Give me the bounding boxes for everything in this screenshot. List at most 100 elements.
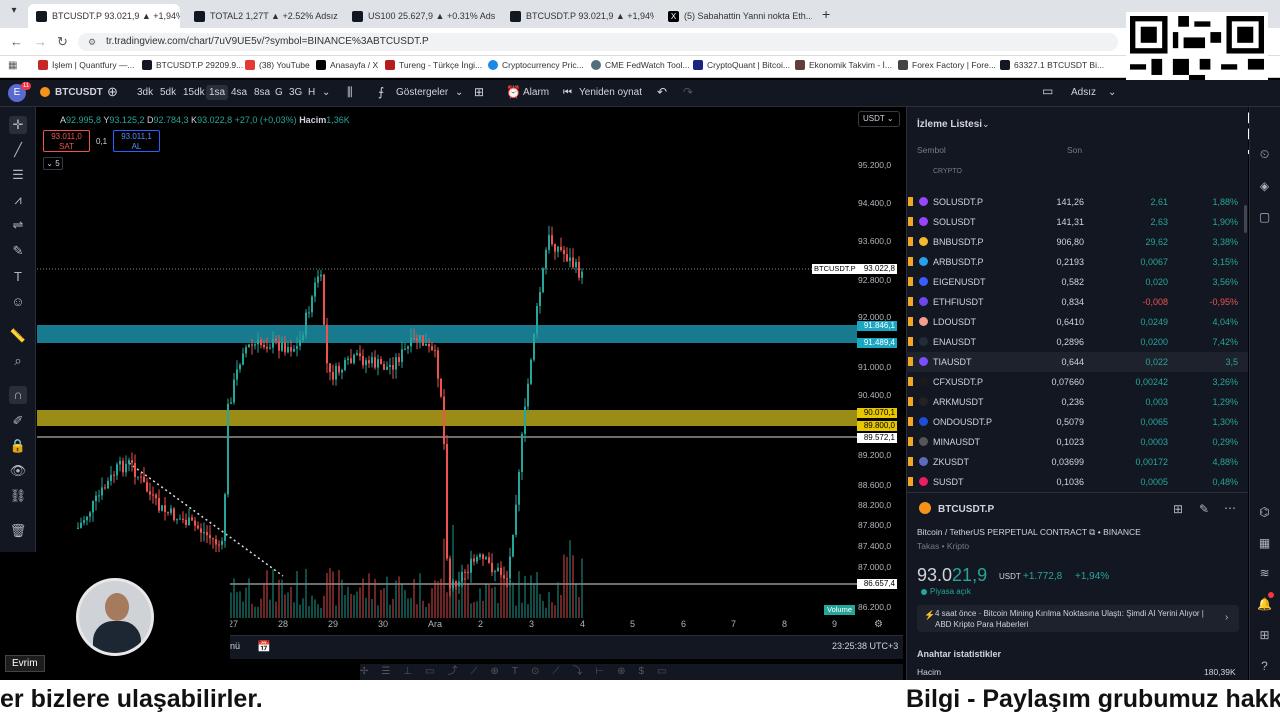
indicators-collapse[interactable]: ⌄ 5 <box>43 157 63 170</box>
interval-1sa[interactable]: 1sa <box>206 85 229 100</box>
watchlist-row[interactable]: TIAUSDT 0,644 0,022 3,5 <box>906 352 1248 372</box>
eye-icon[interactable]: 👁 <box>9 462 27 480</box>
chart-canvas[interactable] <box>37 108 903 618</box>
browser-tab[interactable]: X(5) Sabahattin Yanni nokta Eth...✕ <box>660 4 812 28</box>
flag-icon[interactable] <box>908 437 913 446</box>
flag-icon[interactable] <box>908 457 913 466</box>
templates-icon[interactable]: ⊞ <box>474 85 484 99</box>
flag-icon[interactable] <box>908 397 913 406</box>
watchlist-row[interactable]: EIGENUSDT 0,582 0,020 3,56% <box>906 272 1248 292</box>
stay-drawing-icon[interactable]: ✐ <box>9 412 27 430</box>
site-info-icon[interactable]: ⚙ <box>88 37 96 48</box>
clock[interactable]: 23:25:38 UTC+3 <box>832 641 898 651</box>
browser-tab[interactable]: BTCUSDT.P 93.021,9 ▲ +1,94%✕ <box>28 4 180 28</box>
more-icon[interactable]: ⋯ <box>1224 501 1236 515</box>
replay-button[interactable]: Yeniden oynat <box>579 87 642 98</box>
col-last[interactable]: Son <box>1067 145 1082 155</box>
flag-icon[interactable] <box>908 257 913 266</box>
chevron-down-icon[interactable]: ⌄ <box>455 87 463 98</box>
grid-icon[interactable]: ⊞ <box>1173 502 1183 516</box>
flag-icon[interactable] <box>908 197 913 206</box>
crosshair-icon[interactable]: ✛ <box>9 116 27 134</box>
watchlist-row[interactable]: LDOUSDT 0,6410 0,0249 4,04% <box>906 312 1248 332</box>
flag-icon[interactable] <box>908 237 913 246</box>
alarm-button[interactable]: Alarm <box>523 87 549 98</box>
alert-clock-icon[interactable]: ⏲ <box>1256 146 1273 163</box>
reload-icon[interactable]: ↻ <box>57 34 68 50</box>
brush-icon[interactable]: ✎ <box>9 242 27 260</box>
symbol-search[interactable]: BTCUSDT <box>55 87 103 98</box>
watchlist-row[interactable]: ETHFIUSDT 0,834 -0,008 -0,95% <box>906 292 1248 312</box>
bookmark[interactable]: BTCUSDT.P 29209.9... <box>142 60 243 70</box>
undo-icon[interactable]: ↶ <box>657 85 667 99</box>
watchlist-row[interactable]: ARBUSDT.P 0,2193 0,0067 3,15% <box>906 252 1248 272</box>
menu-label[interactable]: nü <box>230 641 240 651</box>
chevron-down-icon[interactable]: ⌄ <box>322 87 330 98</box>
browser-tab[interactable]: TOTAL2 1,27T ▲ +2.52% Adsız✕ <box>186 4 338 28</box>
watchlist-title[interactable]: İzleme Listesi <box>917 119 982 130</box>
watchlist-row[interactable]: ZKUSDT 0,03699 0,00172 4,88% <box>906 452 1248 472</box>
interval-h[interactable]: H <box>308 87 315 98</box>
bookmark[interactable]: 63327.1 BTCUSDT Bi... <box>1000 60 1104 70</box>
trash-icon[interactable]: 🗑 <box>9 522 27 540</box>
drawing-toolbar[interactable]: ✢☰⊥▭⤴⟋⊕T⊙⟋⤵⊢⊕$▭ <box>360 664 903 680</box>
bookmark[interactable]: (38) YouTube <box>245 60 310 70</box>
flag-icon[interactable] <box>908 317 913 326</box>
flag-icon[interactable] <box>908 337 913 346</box>
calendar-icon[interactable]: 📅 <box>257 640 271 653</box>
indicators-button[interactable]: Göstergeler <box>396 87 448 98</box>
watchlist-row[interactable]: MINAUSDT 0,1023 0,0003 0,29% <box>906 432 1248 452</box>
scrollbar[interactable] <box>1244 205 1247 233</box>
tab-search-icon[interactable]: ▾ <box>6 5 22 21</box>
apps-icon[interactable]: ▦ <box>8 60 17 71</box>
interval-5dk[interactable]: 5dk <box>160 87 176 98</box>
zoom-icon[interactable]: ⌕ <box>9 352 27 370</box>
browser-tab[interactable]: US100 25.627,9 ▲ +0.31% Adsız✕ <box>344 4 496 28</box>
layout-name[interactable]: Adsız <box>1071 87 1096 98</box>
sell-button[interactable]: 93.011,0 SAT <box>43 130 90 152</box>
interval-4sa[interactable]: 4sa <box>231 87 247 98</box>
details-symbol[interactable]: BTCUSDT.P <box>938 504 994 515</box>
watchlist-row[interactable]: SOLUSDT 141,31 2,63 1,90% <box>906 212 1248 232</box>
bookmark[interactable]: Forex Factory | Fore... <box>898 60 996 70</box>
bookmark[interactable]: Cryptocurrency Pric... <box>488 60 584 70</box>
hotlist-icon[interactable]: ⌬ <box>1256 504 1273 521</box>
price-chart[interactable] <box>37 108 903 618</box>
edit-icon[interactable]: ✎ <box>1199 502 1209 516</box>
prediction-icon[interactable]: ⇌ <box>9 216 27 234</box>
col-symbol[interactable]: Sembol <box>917 145 946 155</box>
watchlist-row[interactable]: BNBUSDT.P 906,80 29,62 3,38% <box>906 232 1248 252</box>
chat-icon[interactable]: ▢ <box>1256 209 1273 226</box>
redo-icon[interactable]: ↷ <box>683 85 693 99</box>
bookmark[interactable]: CryptoQuant | Bitcoi... <box>693 60 790 70</box>
forward-icon[interactable]: → <box>34 34 47 49</box>
compare-icon[interactable]: ⊕ <box>107 84 118 100</box>
bookmark[interactable]: Ekonomik Takvim - İ... <box>795 60 892 70</box>
calendar-icon[interactable]: ▦ <box>1256 535 1273 552</box>
buy-button[interactable]: 93.011,1 AL <box>113 130 160 152</box>
chevron-down-icon[interactable]: ⌄ <box>1108 87 1116 98</box>
currency-select[interactable]: USDT ⌄ <box>858 111 900 127</box>
flag-icon[interactable] <box>908 277 913 286</box>
bookmark[interactable]: Tureng - Türkçe İngi... <box>385 60 482 70</box>
lock-icon[interactable]: 🔒 <box>9 437 27 455</box>
flag-icon[interactable] <box>908 377 913 386</box>
pattern-icon[interactable]: ⩘ <box>9 191 27 209</box>
back-icon[interactable]: ← <box>10 34 23 49</box>
apps-grid-icon[interactable]: ⊞ <box>1256 627 1273 644</box>
watchlist-row[interactable]: ARKMUSDT 0,236 0,003 1,29% <box>906 392 1248 412</box>
text-icon[interactable]: T <box>9 268 27 286</box>
notifications-icon[interactable]: 🔔 <box>1256 596 1273 613</box>
layers-icon[interactable]: ◈ <box>1256 178 1273 195</box>
axis-settings-icon[interactable]: ⚙ <box>874 619 883 630</box>
layout-icon[interactable]: ▭ <box>1042 84 1053 98</box>
watchlist-row[interactable]: SOLUSDT.P 141,26 2,61 1,88% <box>906 192 1248 212</box>
emoji-icon[interactable]: ☺ <box>9 293 27 311</box>
section-label[interactable]: CRYPTO <box>933 168 962 175</box>
bookmark[interactable]: CME FedWatch Tool... <box>591 60 690 70</box>
bookmark[interactable]: İşlem | Quantfury —... <box>38 60 135 70</box>
chevron-down-icon[interactable]: ⌄ <box>982 119 990 130</box>
interval-3dk[interactable]: 3dk <box>137 87 153 98</box>
flag-icon[interactable] <box>908 477 913 486</box>
help-icon[interactable]: ? <box>1256 658 1273 675</box>
